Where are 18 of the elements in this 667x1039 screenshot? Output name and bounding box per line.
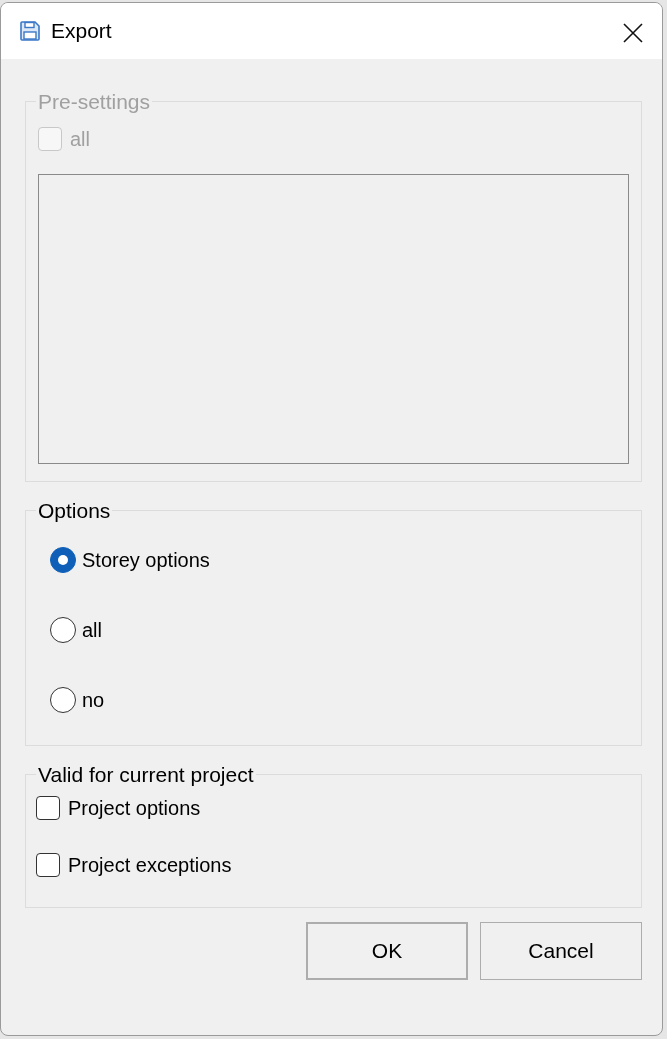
window-title: Export	[51, 18, 112, 45]
radio-label: no	[82, 688, 105, 714]
checkbox-label: all	[70, 127, 90, 153]
checkbox-label: Project exceptions	[68, 853, 232, 879]
group-title: Options	[37, 498, 112, 524]
cancel-button[interactable]: Cancel	[480, 922, 642, 980]
group-title: Pre-settings	[37, 89, 152, 115]
ok-button[interactable]: OK	[306, 922, 468, 980]
checkbox-label: Project options	[68, 796, 201, 822]
radio-button[interactable]	[50, 547, 76, 574]
radio-button[interactable]	[50, 617, 76, 644]
radio-button[interactable]	[50, 687, 76, 714]
close-icon	[622, 21, 644, 44]
checkbox[interactable]	[36, 796, 60, 821]
group-title: Valid for current project	[37, 762, 255, 788]
radio-label: Storey options	[82, 548, 210, 574]
checkbox[interactable]	[36, 853, 60, 878]
radio-label: all	[82, 618, 102, 644]
